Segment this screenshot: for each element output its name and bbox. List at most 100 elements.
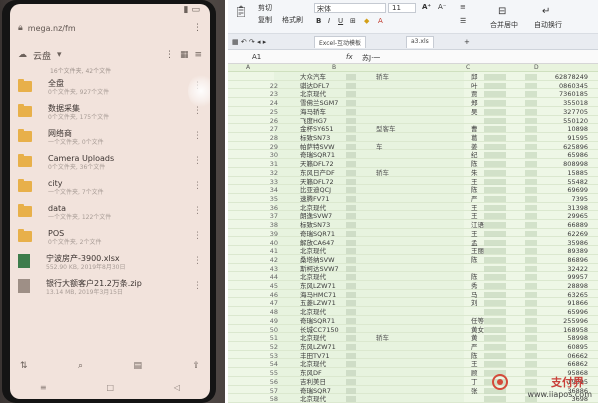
grow-font-icon[interactable]: A⁺ [422,3,431,11]
table-row[interactable]: 39 奇瑞SQR71 王 62269 [228,229,598,238]
wrap-text-button[interactable]: 自动换行 [534,20,562,30]
bold-icon[interactable]: B [316,17,321,25]
file-row[interactable]: 网络商 一个文件夹, 0个文件 ⋮ [10,126,210,151]
folder-add-icon[interactable]: ▤ [133,361,142,371]
table-row[interactable]: 24 雪佛兰SGM7 郑 355018 [228,98,598,107]
phone-bottom-bar: ⇅ ⌕ ▤ ⇪ [10,355,210,377]
file-row[interactable]: POS 0个文件夹, 2个文件 ⋮ [10,226,210,251]
table-row[interactable]: 45 东风LZW71 秀 28898 [228,281,598,290]
border-icon[interactable]: ⊞ [350,17,356,25]
copy-button[interactable]: 复制 [258,15,272,25]
table-row[interactable]: 大众汽车 轿车邱 62878249 [228,72,598,81]
table-row[interactable]: 52 东风LZW71 严 60895 [228,342,598,351]
underline-icon[interactable]: U [338,17,343,25]
table-row[interactable]: 25 海马轿车吴 327705 [228,107,598,116]
table-row[interactable]: 22 骐达DFL7 叶 0860345 [228,81,598,90]
table-row[interactable]: 38 标致SN73 江语 66889 [228,220,598,229]
font-size-select[interactable]: 11 [388,3,416,13]
home-nav-icon[interactable]: □ [106,383,114,392]
file-row[interactable]: 银行大额客户21.2万条.zip 13.14 MB, 2019年3月15日 ⋮ [10,276,210,301]
more-vert-icon[interactable]: ⋮ [193,176,202,191]
sort-icon[interactable]: ⇅ [20,361,28,371]
url-bar[interactable]: mega.nz/fm [28,24,188,33]
column-header-d[interactable]: D [534,64,539,72]
menu-nav-icon[interactable]: ≡ [40,383,47,392]
file-row[interactable]: 全盘0个文件夹, 927个文件⋮ [10,76,210,101]
column-header-c[interactable]: C [466,64,470,72]
table-row[interactable]: 29 帕萨特SVW 车姜 625896 [228,142,598,151]
more-vert-icon[interactable]: ⋮ [193,23,202,33]
menu-icon[interactable]: ≡ [194,50,202,60]
wrap-icon[interactable]: ↵ [542,6,550,17]
redaction-blur [346,335,356,342]
more-vert-icon[interactable]: ⋮ [165,50,174,60]
table-row[interactable]: 30 奇瑞SQR71 纪 65986 [228,150,598,159]
file-name: 数据采集 [48,104,80,113]
table-row[interactable]: 33 天籁DFL72 王 55482 [228,177,598,186]
shrink-font-icon[interactable]: A⁻ [438,3,446,11]
italic-icon[interactable]: I [328,17,330,25]
more-vert-icon[interactable]: ⋮ [193,226,202,241]
table-row[interactable]: 53 丰田TV71 陈 06662 [228,351,598,360]
table-row[interactable]: 27 金杯SY651 型客车曹 10898 [228,124,598,133]
table-row[interactable]: 49 奇瑞SQR71 任等 255996 [228,316,598,325]
cell-reference[interactable]: A1 [252,53,261,61]
align-top-icon[interactable]: ≡ [460,3,466,11]
font-color-icon[interactable]: A [378,17,383,25]
file-row[interactable]: data 一个文件夹, 122个文件 ⋮ [10,201,210,226]
more-vert-icon[interactable]: ⋮ [193,276,202,291]
table-row[interactable]: 32 东风日产DF 轿车朱 15885 [228,168,598,177]
more-vert-icon[interactable]: ⋮ [193,151,202,166]
table-row[interactable]: 51 北京现代 轿车黄 58998 [228,333,598,342]
new-tab-icon[interactable]: + [464,38,470,46]
table-row[interactable]: 37 朗逸SVW7 王 29965 [228,211,598,220]
fx-icon[interactable]: fx [346,53,353,61]
merge-icon[interactable]: ⊟ [498,6,506,17]
more-vert-icon[interactable]: ⋮ [193,251,202,266]
table-row[interactable]: 41 北京现代 王丽 89389 [228,246,598,255]
paste-icon[interactable]: 📋︎ [234,5,248,18]
tab-a3-xls[interactable]: a3.xls [406,36,434,48]
file-row[interactable]: 数据采集 0个文件夹, 175个文件 ⋮ [10,101,210,126]
cut-button[interactable]: 剪切 [258,3,272,13]
table-row[interactable]: 43 斯柯达SVW7 32422 [228,264,598,273]
file-row[interactable]: 宁波房产-3900.xlsx 552.90 KB, 2019年8月30日 ⋮ [10,251,210,276]
table-row[interactable]: 54 北京现代王 66862 [228,359,598,368]
chevron-down-icon[interactable]: ▾ [57,50,62,60]
merge-center-button[interactable]: 合并居中 [490,20,518,30]
table-row[interactable]: 46 海马HMC71 马 63265 [228,290,598,299]
grid-view-icon[interactable]: ▦ [180,50,189,60]
table-row[interactable]: 36 北京现代王 31398 [228,203,598,212]
table-row[interactable]: 26 飞度HG7 550120 [228,116,598,125]
column-header-a[interactable]: A [246,64,250,72]
format-painter-button[interactable]: 格式刷 [282,15,303,25]
back-nav-icon[interactable]: ◁ [174,383,180,392]
redaction-blur [346,204,356,211]
row-number[interactable]: 58 [266,394,278,403]
table-row[interactable]: 28 标致SN73 葛 91595 [228,133,598,142]
table-row[interactable]: 31 天籁DFL72 陈 808998 [228,159,598,168]
table-row[interactable]: 50 长城CC7150 黄女 168958 [228,325,598,334]
table-row[interactable]: 35 速腾FV71 严 7395 [228,194,598,203]
table-row[interactable]: 34 比亚迪QCJ 陈 69699 [228,185,598,194]
upload-icon[interactable]: ⇪ [192,361,200,371]
table-row[interactable]: 40 解放CA647 孟 35986 [228,238,598,247]
more-vert-icon[interactable]: ⋮ [193,126,202,141]
file-row[interactable]: city 一个文件夹, 7个文件 ⋮ [10,176,210,201]
formula-input[interactable]: 苏J·一 [362,53,380,63]
table-row[interactable]: 23 北京现代贾 7360185 [228,89,598,98]
cell-vehicle-model[interactable]: 北京现代 [300,394,326,403]
table-row[interactable]: 48 北京现代 65996 [228,307,598,316]
tab-template[interactable]: Excel-互动模板 [314,36,367,48]
table-row[interactable]: 42 桑塔纳SVW 陈 86896 [228,255,598,264]
more-vert-icon[interactable]: ⋮ [193,201,202,216]
file-row[interactable]: Camera Uploads 0个文件夹, 36个文件 ⋮ [10,151,210,176]
align-left-icon[interactable]: ☰ [460,17,466,25]
search-icon[interactable]: ⌕ [78,361,83,371]
column-header-b[interactable]: B [332,64,336,72]
redaction-blur [346,291,356,298]
table-row[interactable]: 44 北京现代陈 99957 [228,272,598,281]
font-select[interactable]: 宋体 [314,3,386,13]
fill-color-icon[interactable]: ◆ [364,17,369,25]
table-row[interactable]: 47 五菱LZW71 刘 91866 [228,298,598,307]
